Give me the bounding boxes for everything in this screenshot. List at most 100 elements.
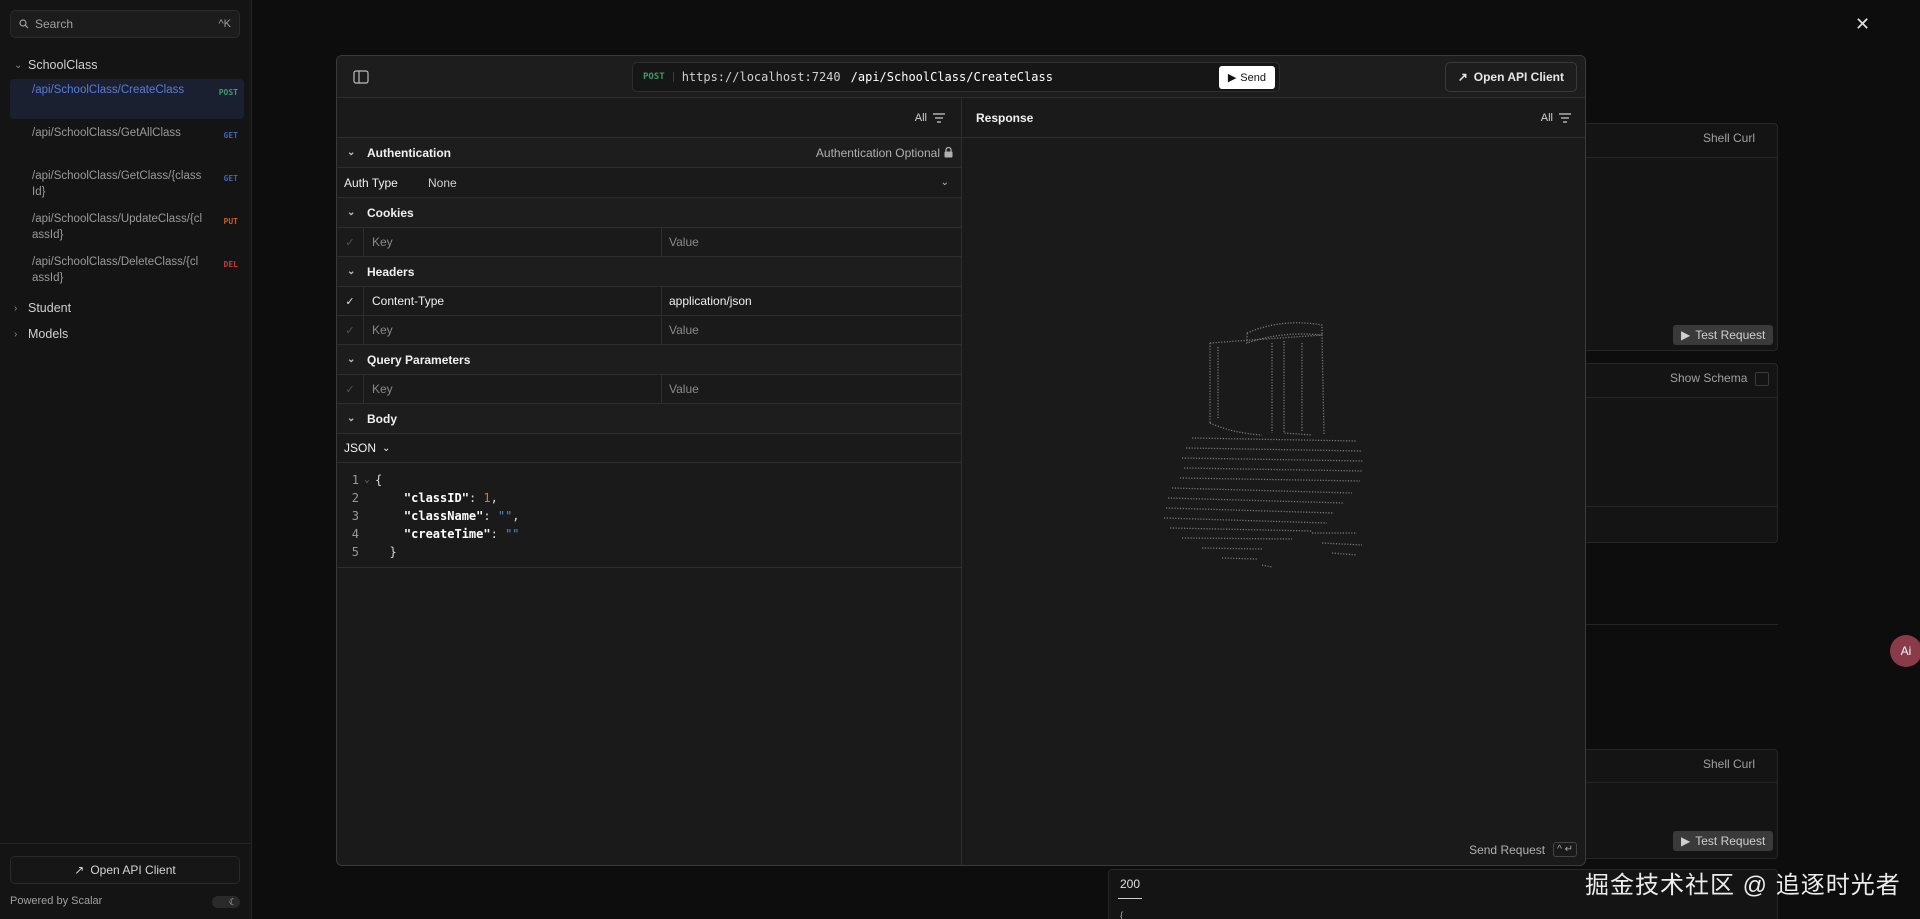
arrow-up-right-icon: ↗ [74,863,85,877]
row-checkbox-checked[interactable]: ✓ [337,287,364,315]
section-title: Authentication [367,145,451,160]
section-title: Cookies [367,205,414,220]
sidebar-item-deleteclass[interactable]: /api/SchoolClass/DeleteClass/{classId} D… [10,251,244,291]
search-input[interactable]: Search ^K [10,10,240,38]
shell-curl-select[interactable]: Shell Curl [1703,131,1755,145]
filter-label: All [914,111,927,124]
chevron-down-icon: ⌄ [347,413,356,424]
sidebar-item-getclass[interactable]: /api/SchoolClass/GetClass/{classId} GET [10,165,244,205]
section-title: Body [367,411,397,426]
translate-fab[interactable]: Ai [1890,635,1920,667]
query-key-input[interactable]: Key [364,375,662,403]
body-editor[interactable]: 1 ⌄ { 2 "classID": 1, 3 "className": "",… [337,463,961,568]
header-row: ✓ Content-Type application/json [337,287,961,316]
response-title: Response [976,110,1034,125]
arrow-up-right-icon: ↗ [1457,70,1468,84]
chevron-down-icon: ⌄ [347,147,356,158]
response-filter[interactable]: All [1541,112,1571,124]
chevron-right-icon: › [14,302,18,314]
sidebar-group-student[interactable]: › Student [0,297,252,319]
cookie-row: ✓ Key Value [337,228,961,257]
open-api-client-label: Open API Client [1473,70,1564,84]
header-value-input[interactable]: application/json [662,287,961,315]
sidebar-nav: ⌄ SchoolClass /api/SchoolClass/CreateCla… [0,54,252,345]
operation-path: /api/SchoolClass/UpdateClass/{classId} [32,213,203,241]
server-url: https://localhost:7240 [681,70,841,84]
open-api-client-button[interactable]: ↗ Open API Client [10,856,240,884]
request-filter[interactable]: All [337,98,961,138]
sidebar-group-schoolclass[interactable]: ⌄ SchoolClass [0,54,252,76]
json-value: 1 [483,491,491,505]
send-request-hint[interactable]: Send Request ^ ↵ [1469,842,1577,857]
sidebar-item-updateclass[interactable]: /api/SchoolClass/UpdateClass/{classId} P… [10,208,244,248]
method-badge: GET [223,131,238,140]
cookie-value-input[interactable]: Value [662,228,961,256]
json-tail: , [490,491,498,505]
sidebar: Search ^K ⌄ SchoolClass /api/SchoolClass… [0,0,252,919]
json-value: "" [497,509,513,523]
row-checkbox[interactable]: ✓ [337,228,364,256]
filter-label: All [1540,111,1553,124]
response-pane: Response All Send Request ^ ↵ [962,98,1585,865]
auth-type-row[interactable]: Auth Type None ⌄ [337,168,961,198]
request-path[interactable]: /api/SchoolClass/CreateClass [851,70,1053,84]
lock-icon [944,147,953,158]
sidebar-group-models[interactable]: › Models [0,323,252,345]
api-client-modal: POST https://localhost:7240 /api/SchoolC… [336,55,1586,866]
method-badge: PUT [223,217,238,226]
auth-type-value: None [428,175,457,190]
method-badge[interactable]: POST [643,72,674,82]
header-key-input[interactable]: Content-Type [364,287,662,315]
test-request-button[interactable]: ▶ Test Request [1673,831,1774,851]
send-label: Send [1240,71,1266,84]
auth-type-label: Auth Type [344,175,398,190]
query-value-input[interactable]: Value [662,375,961,403]
chevron-down-icon: ⌄ [347,207,356,218]
code-text: "classID": 1, [403,491,498,505]
sidebar-item-getallclass[interactable]: /api/SchoolClass/GetAllClass GET [10,122,244,162]
code-line: 2 "classID": 1, [337,489,961,507]
sidebar-group-label: SchoolClass [28,58,98,72]
authentication-section-header[interactable]: ⌄ Authentication Authentication Optional [337,138,961,168]
request-pane: All ⌄ Authentication Authentication Opti… [337,98,962,865]
headers-section-header[interactable]: ⌄ Headers [337,257,961,287]
code-line: 5 } [337,543,961,561]
cookie-key-input[interactable]: Key [364,228,662,256]
shell-curl-select[interactable]: Shell Curl [1703,757,1755,771]
line-number: 5 [351,545,359,559]
operation-path: /api/SchoolClass/DeleteClass/{classId} [32,256,199,284]
section-title: Query Parameters [367,352,471,367]
open-api-client-button[interactable]: ↗ Open API Client [1444,62,1577,92]
row-checkbox[interactable]: ✓ [337,375,364,403]
status-tab-200[interactable]: 200 [1120,877,1140,891]
code-text: "createTime": "" [403,527,520,541]
powered-by: Powered by Scalar [10,895,103,907]
send-button[interactable]: ▶ Send [1218,66,1275,89]
body-format-select[interactable]: JSON ⌄ [337,434,961,463]
dark-mode-toggle[interactable]: ☾ [212,896,240,908]
sidebar-item-createclass[interactable]: /api/SchoolClass/CreateClass POST [10,79,244,119]
close-icon[interactable]: ✕ [1855,14,1870,35]
cookies-section-header[interactable]: ⌄ Cookies [337,198,961,228]
row-checkbox[interactable]: ✓ [337,316,364,344]
auth-optional-note: Authentication Optional [816,146,961,160]
operation-path: /api/SchoolClass/GetAllClass [32,127,181,139]
sidebar-toggle-icon[interactable] [353,70,369,84]
method-badge: GET [223,174,238,183]
chevron-down-icon: ⌄ [347,266,356,277]
show-schema-label[interactable]: Show Schema [1670,371,1747,385]
code-line: 1 ⌄ { [337,471,961,489]
auth-note-text: Authentication Optional [815,145,940,160]
address-bar[interactable]: POST https://localhost:7240 /api/SchoolC… [632,62,1280,92]
test-request-button[interactable]: ▶ Test Request [1673,325,1774,345]
play-icon: ▶ [1227,72,1237,84]
fold-icon[interactable]: ⌄ [359,475,375,485]
query-parameters-section-header[interactable]: ⌄ Query Parameters [337,345,961,375]
header-value-input[interactable]: Value [662,316,961,344]
section-title: Headers [367,264,415,279]
json-key: "className" [403,509,484,523]
method-badge: DEL [223,260,238,269]
header-key-input[interactable]: Key [364,316,662,344]
show-schema-checkbox[interactable] [1755,372,1769,386]
body-section-header[interactable]: ⌄ Body [337,404,961,434]
